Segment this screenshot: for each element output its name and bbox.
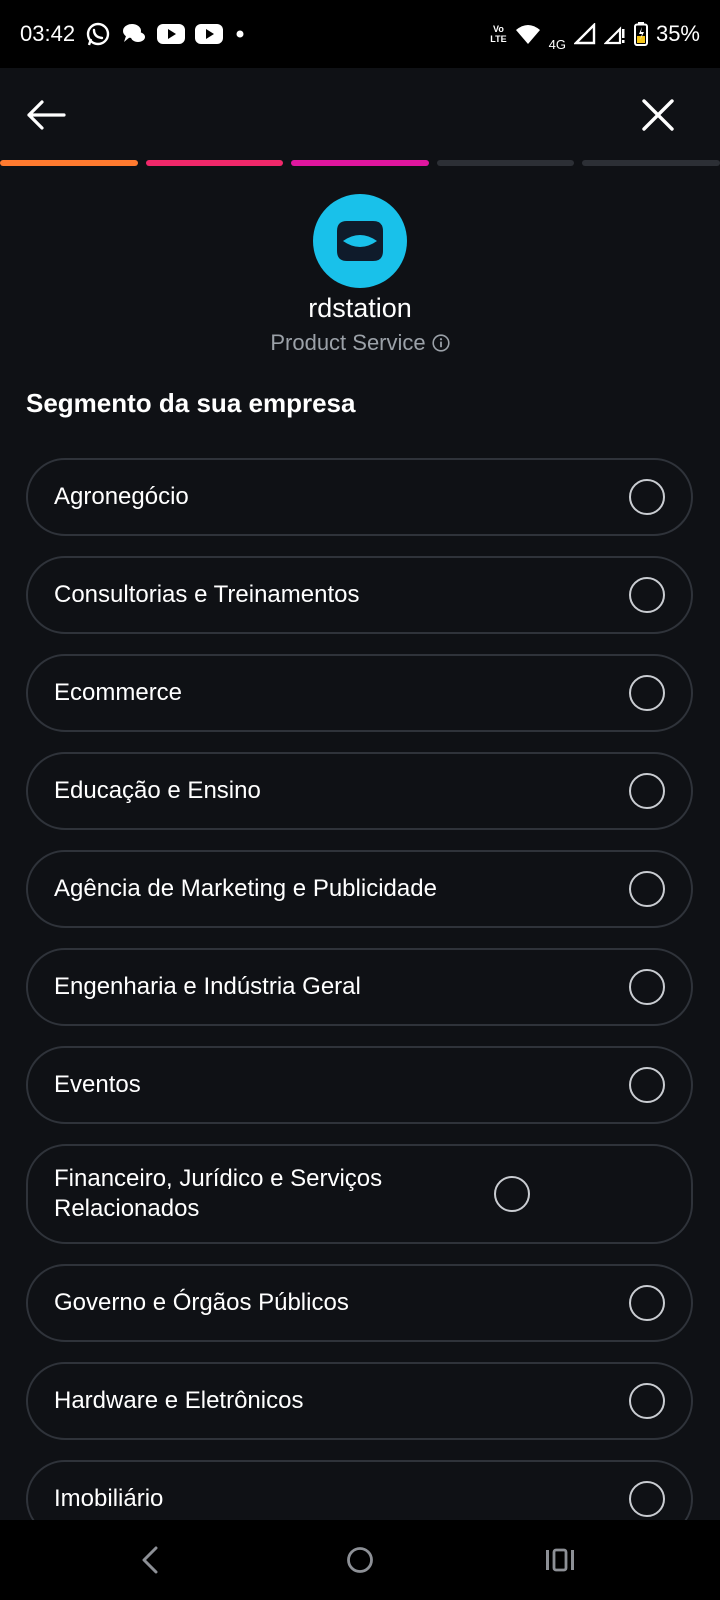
- brand-name: rdstation: [308, 293, 412, 323]
- whatsapp-icon: [85, 21, 111, 47]
- segment-option[interactable]: Eventos: [26, 1046, 693, 1124]
- radio-button[interactable]: [629, 871, 665, 907]
- nav-recents-icon: [546, 1548, 574, 1572]
- status-bar: 03:42 Vo LTE 4G 35%: [0, 0, 720, 68]
- volte-top-label: Vo: [493, 24, 504, 34]
- radio-button[interactable]: [629, 577, 665, 613]
- segment-option[interactable]: Hardware e Eletrônicos: [26, 1362, 693, 1440]
- segment-option[interactable]: Agronegócio: [26, 458, 693, 536]
- nav-back-button[interactable]: [128, 1540, 172, 1580]
- segment-option[interactable]: Financeiro, Jurídico e Serviços Relacion…: [26, 1144, 693, 1244]
- segment-option[interactable]: Ecommerce: [26, 654, 693, 732]
- segment-option-label: Imobiliário: [54, 1485, 164, 1512]
- progress-step: [291, 160, 429, 166]
- segment-options-list: Agronegócio Consultorias e Treinamentos Ec…: [26, 458, 693, 1520]
- nav-back-icon: [142, 1546, 158, 1574]
- back-button[interactable]: [22, 94, 70, 136]
- volte-bottom-label: LTE: [490, 34, 507, 44]
- status-right: Vo LTE 4G 35%: [490, 17, 700, 52]
- youtube-icon: [157, 23, 186, 45]
- close-icon: [642, 99, 674, 131]
- segment-option[interactable]: Consultorias e Treinamentos: [26, 556, 693, 634]
- segment-option-label: Engenharia e Indústria Geral: [54, 973, 361, 1000]
- segment-option[interactable]: Governo e Órgãos Públicos: [26, 1264, 693, 1342]
- status-time: 03:42: [20, 21, 76, 46]
- brand-category-label: Product Service: [270, 330, 426, 355]
- segment-option-label: Agência de Marketing e Publicidade: [54, 875, 437, 902]
- nav-home-icon: [347, 1547, 373, 1573]
- segment-option-label: Eventos: [54, 1071, 141, 1098]
- chat-bubble-icon: [121, 22, 147, 46]
- battery-icon: [633, 22, 648, 46]
- segment-option[interactable]: Imobiliário: [26, 1460, 693, 1520]
- volte-icon: Vo LTE: [490, 24, 506, 44]
- radio-button[interactable]: [629, 675, 665, 711]
- signal-no-service-icon: [603, 23, 626, 45]
- segment-option-label: Ecommerce: [54, 679, 183, 706]
- notification-dot-icon: [233, 27, 247, 41]
- radio-button[interactable]: [629, 1481, 665, 1517]
- radio-button[interactable]: [629, 1285, 665, 1321]
- radio-button[interactable]: [629, 773, 665, 809]
- screen: 03:42 Vo LTE 4G 35% rdstation Product Se…: [0, 0, 720, 1600]
- nav-recents-button[interactable]: [538, 1540, 582, 1580]
- segment-option-label: Governo e Órgãos Públicos: [54, 1289, 349, 1316]
- wifi-icon: [515, 23, 541, 45]
- radio-button[interactable]: [629, 969, 665, 1005]
- app-bar: [0, 68, 720, 158]
- radio-button[interactable]: [629, 479, 665, 515]
- segment-option-label: Financeiro, Jurídico e Serviços Relacion…: [54, 1165, 383, 1222]
- progress-step: [145, 160, 284, 166]
- battery-percent: 35%: [655, 21, 700, 46]
- close-button[interactable]: [634, 92, 682, 138]
- section-title: Segmento da sua empresa: [26, 388, 356, 418]
- nav-home-button[interactable]: [338, 1540, 382, 1580]
- brand-category: Product Service: [0, 330, 720, 356]
- youtube-icon: [195, 23, 224, 45]
- radio-button[interactable]: [494, 1176, 530, 1212]
- progress-step: [582, 160, 720, 166]
- signal-icon: [573, 23, 596, 45]
- progress-step: [436, 160, 575, 166]
- segment-option[interactable]: Educação e Ensino: [26, 752, 693, 830]
- step-progress: [0, 160, 720, 166]
- network-type-label: 4G: [548, 36, 566, 52]
- segment-option-label: Consultorias e Treinamentos: [54, 581, 360, 608]
- segment-option[interactable]: Agência de Marketing e Publicidade: [26, 850, 693, 928]
- radio-button[interactable]: [629, 1383, 665, 1419]
- arrow-left-icon: [27, 100, 66, 130]
- radio-button[interactable]: [629, 1067, 665, 1103]
- system-nav-bar: [0, 1520, 720, 1600]
- segment-option-label: Agronegócio: [54, 483, 189, 510]
- segment-option-label: Educação e Ensino: [54, 777, 261, 804]
- info-icon[interactable]: [432, 334, 450, 352]
- progress-step: [0, 160, 138, 166]
- segment-option[interactable]: Engenharia e Indústria Geral: [26, 948, 693, 1026]
- brand-logo: [313, 194, 407, 288]
- rdstation-logo-icon: [337, 221, 383, 261]
- segment-option-label: Hardware e Eletrônicos: [54, 1387, 304, 1414]
